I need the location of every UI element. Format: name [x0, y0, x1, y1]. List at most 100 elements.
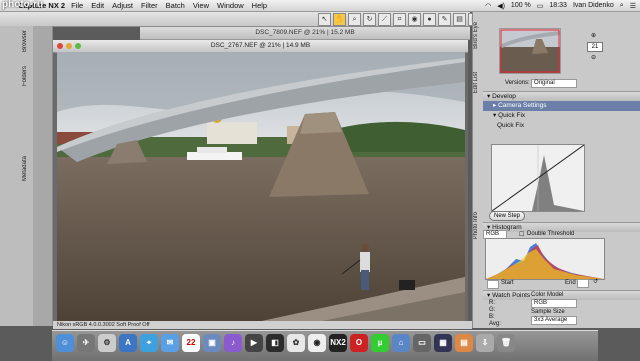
zoom-in-icon[interactable]: ⊕ [591, 32, 596, 39]
background-document-title[interactable]: DSC_7809.NEF @ 21% | 15.2 MB [140, 27, 470, 40]
battery-percent[interactable]: 100 % [511, 2, 531, 9]
media-app-icon[interactable]: ♪ [224, 334, 242, 352]
zoom-field[interactable]: 21 [587, 42, 603, 52]
hand-tool-icon[interactable]: ✋ [333, 13, 346, 26]
develop-label: Develop [492, 93, 516, 100]
tab-birds-eye[interactable]: Bird's Eye [473, 22, 483, 49]
brush-tool-icon[interactable]: ✎ [438, 13, 451, 26]
color-point-icon[interactable]: ● [423, 13, 436, 26]
user-name[interactable]: Ivan Didenko [573, 2, 614, 9]
watch-g: G: [489, 307, 496, 313]
app-store-icon[interactable]: A [119, 334, 137, 352]
battery-icon[interactable]: ▭ [537, 2, 544, 10]
terminal-icon[interactable]: ▭ [413, 334, 431, 352]
camera-settings-label: Camera Settings [498, 102, 547, 109]
video-app-icon[interactable]: ▶ [245, 334, 263, 352]
volume-icon[interactable]: ◀) [497, 2, 505, 10]
zoom-out-icon[interactable]: ⊖ [591, 54, 596, 61]
folder-icon[interactable]: ▤ [455, 334, 473, 352]
birds-eye-image [500, 29, 560, 73]
color-model-label: Color Model [531, 292, 564, 298]
histogram-svg [486, 243, 604, 279]
menu-file[interactable]: File [71, 1, 83, 10]
menu-adjust[interactable]: Adjust [112, 1, 133, 10]
sample-size-select[interactable]: 3x3 Average [531, 316, 577, 325]
color-model-select[interactable]: RGB [531, 299, 577, 308]
clock[interactable]: 18:33 [549, 2, 567, 9]
end-field[interactable] [577, 279, 589, 288]
gradient-tool-icon[interactable]: ▤ [453, 13, 466, 26]
menu-view[interactable]: View [193, 1, 209, 10]
tab-metadata[interactable]: Metadata [22, 156, 32, 181]
quick-fix-label: Quick Fix [498, 112, 526, 119]
finder-icon[interactable]: ☺ [56, 334, 74, 352]
system-preferences-icon[interactable]: ⚙ [98, 334, 116, 352]
crop-tool-icon[interactable]: ⌗ [393, 13, 406, 26]
quick-fix-sub-label: Quick Fix [497, 122, 525, 129]
photo-canvas[interactable] [57, 52, 465, 322]
nx2-icon[interactable]: NX2 [329, 334, 347, 352]
color-model-value: RGB [534, 300, 548, 306]
direct-select-tool-icon[interactable]: ↖ [318, 13, 331, 26]
menu-window[interactable]: Window [217, 1, 244, 10]
tab-edit-list[interactable]: Edit List [473, 72, 483, 93]
double-threshold-label: Double Threshold [527, 231, 575, 237]
minimize-icon[interactable] [66, 43, 72, 49]
mission-control-icon[interactable]: ▦ [434, 334, 452, 352]
levels-curves-graph[interactable] [491, 144, 585, 212]
histogram-graph[interactable] [485, 238, 605, 280]
reset-icon[interactable]: ↺ [593, 278, 598, 285]
new-step-button[interactable]: New Step [489, 211, 526, 221]
downloads-icon[interactable]: ⇩ [476, 334, 494, 352]
trash-icon[interactable]: 🗑 [497, 334, 515, 352]
develop-section: ▾ Develop ▸ Camera Settings ▾ Quick Fix … [483, 91, 640, 131]
tab-photo-info[interactable]: Photo Info [473, 212, 483, 239]
camera-settings-row[interactable]: ▸ Camera Settings [483, 101, 640, 111]
safari-icon[interactable]: ⌖ [140, 334, 158, 352]
rotate-tool-icon[interactable]: ↻ [363, 13, 376, 26]
double-threshold-checkbox[interactable]: ☐ [519, 231, 524, 238]
document-title: DSC_2767.NEF @ 21% | 14.9 MB [210, 42, 311, 49]
photo-image [57, 52, 465, 322]
watch-b: B: [489, 314, 495, 320]
menu-edit[interactable]: Edit [91, 1, 104, 10]
list-icon[interactable]: ☰ [630, 2, 636, 10]
tab-browser[interactable]: Browser [22, 30, 32, 52]
end-label: End [565, 280, 576, 286]
quick-fix-row[interactable]: ▾ Quick Fix [483, 111, 640, 121]
versions-select[interactable]: Original [531, 79, 577, 88]
main-toolbar: ↖ ✋ ⌕ ↻ ⟋ ⌗ ◉ ● ✎ ▤ ◧ ◌ ▢ ✚ [0, 12, 526, 27]
develop-header[interactable]: ▾ Develop [483, 91, 640, 101]
close-icon[interactable] [57, 43, 63, 49]
menu-batch[interactable]: Batch [166, 1, 185, 10]
start-field[interactable] [487, 280, 499, 289]
search-icon[interactable]: ⌕ [620, 2, 624, 10]
watch-r: R: [489, 300, 495, 306]
calendar-icon[interactable]: 22 [182, 334, 200, 352]
capture-nx-icon[interactable]: ✿ [287, 334, 305, 352]
maps-icon[interactable]: ⌂ [392, 334, 410, 352]
launchpad-icon[interactable]: ✈ [77, 334, 95, 352]
mac-dock: ☺ ✈ ⚙ A ⌖ ✉ 22 ▣ ♪ ▶ ◧ ✿ ◉ NX2 O µ ⌂ ▭ ▦… [52, 330, 598, 361]
zoom-icon[interactable] [75, 43, 81, 49]
histogram-channel-value: RGB [486, 231, 500, 237]
utorrent-icon[interactable]: µ [371, 334, 389, 352]
zoom-tool-icon[interactable]: ⌕ [348, 13, 361, 26]
opera-icon[interactable]: O [350, 334, 368, 352]
quick-fix-sub-row[interactable]: Quick Fix [483, 121, 640, 131]
camera-app-icon[interactable]: ◉ [308, 334, 326, 352]
wifi-icon[interactable]: ◠ [485, 2, 491, 10]
menu-help[interactable]: Help [252, 1, 267, 10]
watch-avg: Avg: [489, 321, 501, 327]
tab-folders[interactable]: Folders [22, 66, 32, 86]
watch-points-label: Watch Points [492, 292, 531, 299]
photo-app-icon[interactable]: ▣ [203, 334, 221, 352]
birds-eye-thumbnail[interactable] [499, 28, 561, 74]
menu-filter[interactable]: Filter [141, 1, 158, 10]
versions-value: Original [534, 80, 555, 86]
preview-icon[interactable]: ◧ [266, 334, 284, 352]
document-status: Nikon sRGB 4.0.0.3002 Soft Proof Off [53, 321, 472, 329]
straighten-tool-icon[interactable]: ⟋ [378, 13, 391, 26]
mail-icon[interactable]: ✉ [161, 334, 179, 352]
red-eye-tool-icon[interactable]: ◉ [408, 13, 421, 26]
